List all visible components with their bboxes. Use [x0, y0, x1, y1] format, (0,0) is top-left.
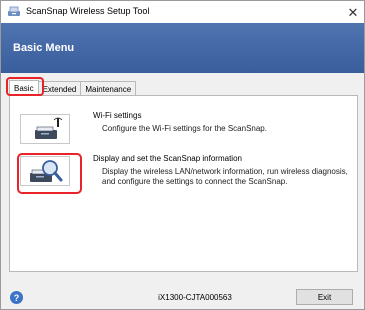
- scansnap-info-title[interactable]: Display and set the ScanSnap information: [93, 154, 242, 163]
- close-button[interactable]: ✕: [344, 3, 362, 21]
- tab-highlight-marker: [6, 77, 44, 96]
- icon-highlight-marker: [17, 153, 82, 194]
- tab-label: Maintenance: [85, 84, 132, 94]
- wifi-settings-title[interactable]: Wi-Fi settings: [93, 111, 141, 120]
- tab-label: Extended: [42, 84, 77, 94]
- wifi-settings-button[interactable]: [20, 114, 70, 144]
- app-icon: [8, 6, 20, 16]
- exit-button[interactable]: Exit: [296, 289, 353, 305]
- header-banner: Basic Menu: [1, 23, 364, 73]
- close-icon: ✕: [347, 4, 359, 20]
- scanner-wifi-icon: [35, 117, 63, 139]
- tab-extended[interactable]: Extended: [37, 81, 82, 96]
- tab-maintenance[interactable]: Maintenance: [80, 81, 137, 96]
- scansnap-info-description-line1: Display the wireless LAN/network informa…: [102, 167, 348, 176]
- wifi-settings-description: Configure the Wi-Fi settings for the Sca…: [102, 124, 267, 133]
- scansnap-info-description-line2: and configure the settings to connect th…: [102, 177, 288, 186]
- page-title: Basic Menu: [13, 42, 75, 54]
- title-bar: ScanSnap Wireless Setup Tool ✕: [1, 1, 364, 23]
- window-title: ScanSnap Wireless Setup Tool: [26, 6, 150, 16]
- app-window: ScanSnap Wireless Setup Tool ✕ Basic Men…: [0, 0, 365, 310]
